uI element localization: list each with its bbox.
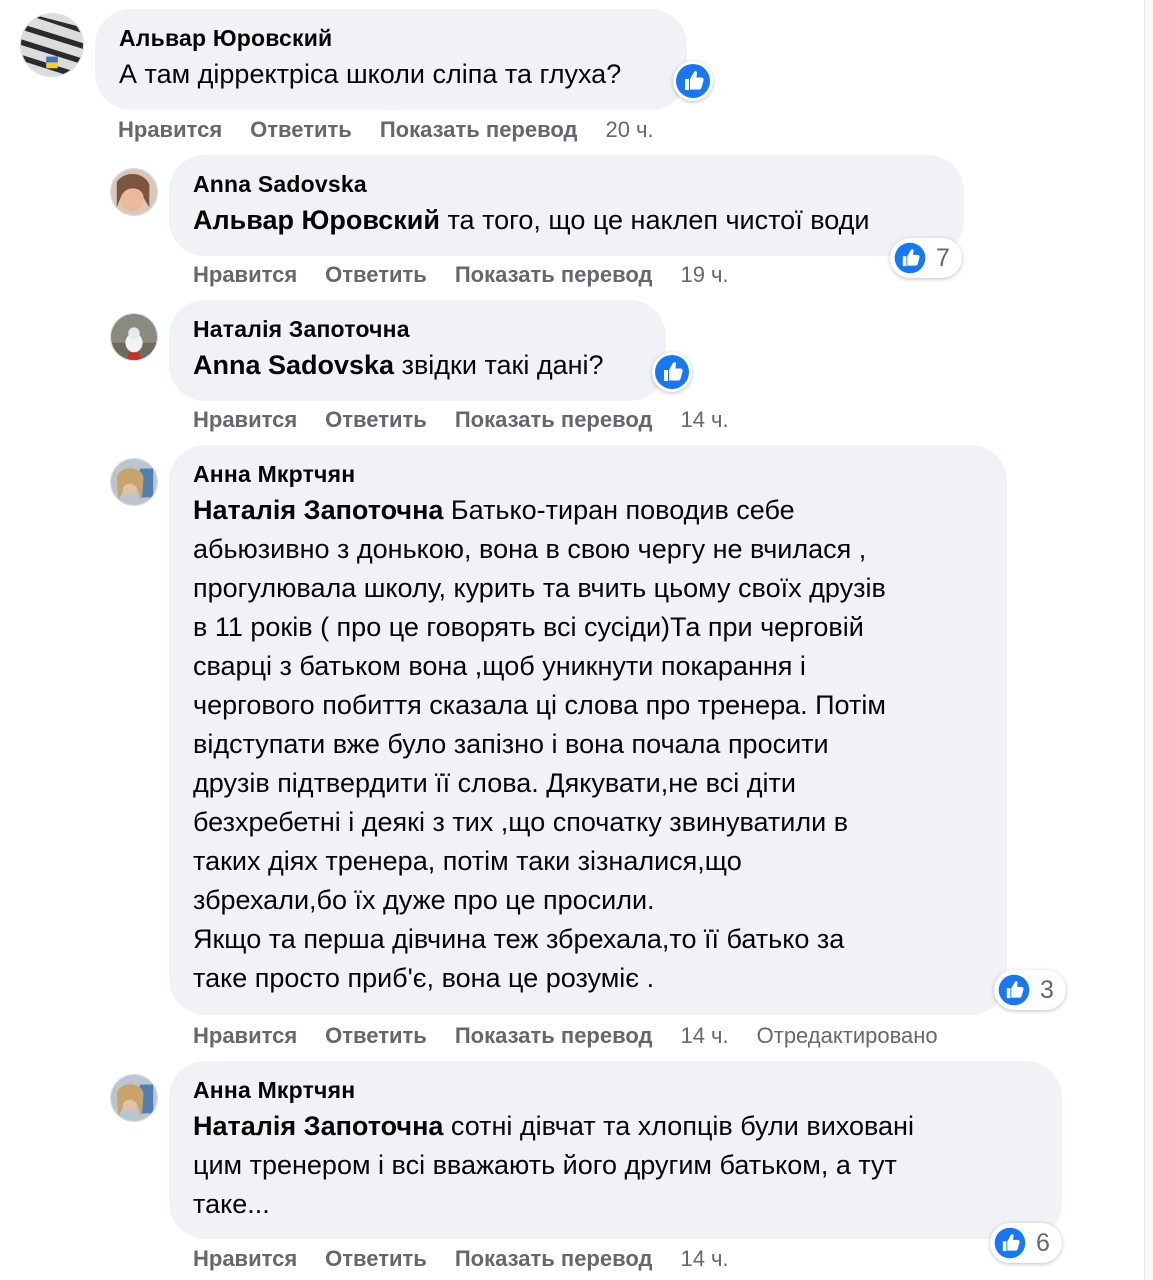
mention-link[interactable]: Наталія Запоточна — [193, 495, 443, 525]
reaction-summary[interactable]: 7 — [890, 238, 962, 278]
comment-author[interactable]: Анна Мкртчян — [193, 459, 983, 489]
like-icon — [998, 974, 1030, 1006]
like-reaction-icon[interactable] — [673, 61, 713, 101]
comment-bubble: Анна Мкртчян Наталія Запоточна сотні дів… — [169, 1061, 1062, 1239]
avatar-anna-sadovska[interactable] — [110, 168, 158, 216]
like-icon — [894, 242, 926, 274]
reaction-summary[interactable]: 6 — [990, 1223, 1062, 1263]
reaction-count: 7 — [936, 243, 950, 272]
comment-time[interactable]: 14 ч. — [680, 407, 728, 432]
comment-author[interactable]: Anna Sadovska — [193, 169, 940, 199]
comment-bubble: Анна Мкртчян Наталія Запоточна Батько-ти… — [169, 445, 1007, 1015]
comment-time[interactable]: 19 ч. — [680, 262, 728, 287]
like-link[interactable]: Нравится — [193, 407, 297, 432]
reaction-count: 6 — [1036, 1228, 1050, 1257]
translate-link[interactable]: Показать перевод — [380, 117, 578, 142]
comment-body: звідки такі дані? — [394, 350, 604, 380]
comment-text: Anna Sadovska звідки такі дані? — [193, 346, 642, 385]
comment-time[interactable]: 20 ч. — [605, 117, 653, 142]
comment-text: Наталія Запоточна сотні дівчат та хлопці… — [193, 1107, 1038, 1224]
avatar-anna-mkrtchian[interactable] — [110, 1074, 158, 1122]
like-icon — [994, 1227, 1026, 1259]
scrollbar[interactable] — [1144, 0, 1153, 1280]
comment-actions: Нравится Ответить Показать перевод 14 ч. Отр… — [193, 1022, 938, 1050]
reply-link[interactable]: Ответить — [325, 1246, 427, 1271]
comment-actions: Нравится Ответить Показать перевод 20 ч. — [118, 116, 682, 144]
reply-link[interactable]: Ответить — [325, 407, 427, 432]
translate-link[interactable]: Показать перевод — [455, 262, 653, 287]
like-link[interactable]: Нравится — [118, 117, 222, 142]
mention-link[interactable]: Anna Sadovska — [193, 350, 394, 380]
comment-bubble: Наталія Запоточна Anna Sadovska звідки т… — [169, 300, 666, 401]
comment-author[interactable]: Альвар Юровский — [119, 23, 663, 53]
like-link[interactable]: Нравится — [193, 1023, 297, 1048]
translate-link[interactable]: Показать перевод — [455, 1246, 653, 1271]
translate-link[interactable]: Показать перевод — [455, 1023, 653, 1048]
comment-text: Наталія Запоточна Батько-тиран поводив с… — [193, 491, 983, 998]
edited-label[interactable]: Отредактировано — [757, 1023, 938, 1048]
comment-author[interactable]: Анна Мкртчян — [193, 1075, 1038, 1105]
avatar-nataliia[interactable] — [110, 313, 158, 361]
mention-link[interactable]: Альвар Юровский — [193, 205, 440, 235]
reply-link[interactable]: Ответить — [325, 262, 427, 287]
comment-bubble: Альвар Юровский А там дірректріса школи … — [95, 9, 687, 110]
reply-link[interactable]: Ответить — [325, 1023, 427, 1048]
avatar-zebra[interactable] — [20, 13, 84, 77]
comment-actions: Нравится Ответить Показать перевод 19 ч. — [193, 261, 757, 289]
comment-body: Батько-тиран поводив себе абьюзивно з до… — [193, 495, 886, 993]
avatar-anna-mkrtchian[interactable] — [110, 458, 158, 506]
comment-author[interactable]: Наталія Запоточна — [193, 314, 642, 344]
comment-body: та того, що це наклеп чистої води — [439, 205, 870, 235]
comment-time[interactable]: 14 ч. — [680, 1023, 728, 1048]
comment-bubble: Anna Sadovska Альвар Юровский та того, щ… — [169, 155, 964, 256]
like-link[interactable]: Нравится — [193, 262, 297, 287]
reaction-count: 3 — [1040, 975, 1054, 1004]
reaction-summary[interactable]: 3 — [994, 970, 1066, 1010]
comment-text: Альвар Юровский та того, що це наклеп чи… — [193, 201, 940, 240]
like-link[interactable]: Нравится — [193, 1246, 297, 1271]
translate-link[interactable]: Показать перевод — [455, 407, 653, 432]
mention-link[interactable]: Наталія Запоточна — [193, 1111, 443, 1141]
reply-link[interactable]: Ответить — [250, 117, 352, 142]
comment-text: А там дірректріса школи сліпа та глуха? — [119, 55, 663, 94]
comment-body: А там дірректріса школи сліпа та глуха? — [119, 59, 622, 89]
comment-actions: Нравится Ответить Показать перевод 14 ч. — [193, 1245, 757, 1273]
comment-time[interactable]: 14 ч. — [680, 1246, 728, 1271]
comment-actions: Нравится Ответить Показать перевод 14 ч. — [193, 406, 757, 434]
like-reaction-icon[interactable] — [652, 352, 692, 392]
